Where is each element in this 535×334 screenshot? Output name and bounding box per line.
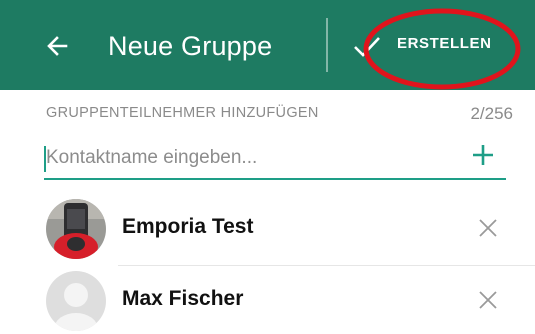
contact-row[interactable]: Max Fischer: [0, 268, 535, 334]
avatar: [46, 271, 106, 331]
remove-contact-button[interactable]: [477, 289, 499, 311]
check-icon: [354, 37, 380, 57]
contact-search-input[interactable]: [44, 140, 464, 176]
contact-search: [44, 140, 506, 180]
back-button[interactable]: [40, 28, 76, 64]
text-caret: [44, 146, 46, 172]
create-button[interactable]: ERSTELLEN: [342, 22, 512, 70]
close-icon: [479, 291, 497, 309]
toolbar-divider: [326, 18, 328, 72]
photo-avatar: [46, 199, 106, 259]
close-icon: [479, 219, 497, 237]
create-button-label: ERSTELLEN: [397, 35, 492, 52]
search-underline: [44, 178, 506, 180]
add-contact-button[interactable]: [468, 140, 498, 170]
participant-count: 2/256: [470, 104, 513, 123]
default-avatar: [46, 271, 106, 331]
list-divider: [118, 265, 535, 266]
plus-icon: [473, 145, 493, 165]
arrow-left-icon: [47, 36, 68, 56]
contact-name: Emporia Test: [122, 215, 254, 238]
page-title: Neue Gruppe: [108, 31, 273, 61]
app-bar: Neue Gruppe ERSTELLEN: [0, 0, 535, 90]
contact-row[interactable]: Emporia Test: [0, 196, 535, 262]
contact-name: Max Fischer: [122, 287, 244, 310]
remove-contact-button[interactable]: [477, 217, 499, 239]
avatar: [46, 199, 106, 259]
section-label: GRUPPENTEILNEHMER HINZUFÜGEN: [46, 105, 319, 121]
